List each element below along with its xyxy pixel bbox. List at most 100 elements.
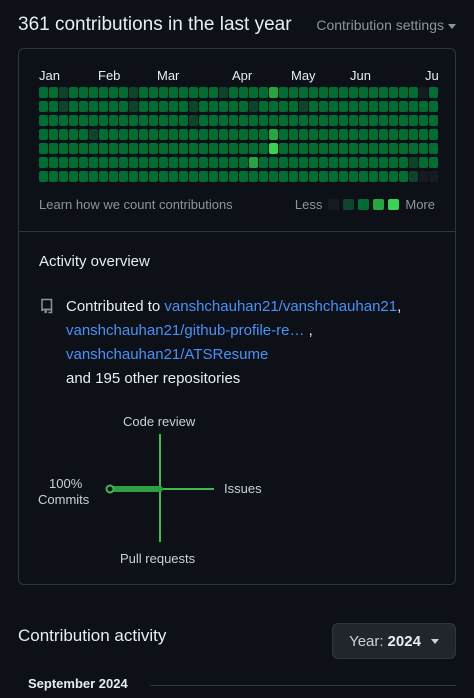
contribution-day-cell[interactable] [209,101,218,112]
contribution-day-cell[interactable] [369,129,378,140]
contribution-day-cell[interactable] [259,129,268,140]
contribution-day-cell[interactable] [229,157,238,168]
contribution-day-cell[interactable] [379,101,388,112]
contribution-day-cell[interactable] [309,171,318,182]
contribution-day-cell[interactable] [99,87,108,98]
contribution-day-cell[interactable] [89,87,98,98]
contribution-day-cell[interactable] [99,143,108,154]
contribution-day-cell[interactable] [319,129,328,140]
contribution-day-cell[interactable] [249,115,258,126]
contribution-day-cell[interactable] [319,101,328,112]
repo-link[interactable]: vanshchauhan21/ATSResume [66,346,268,363]
contribution-day-cell[interactable] [399,87,408,98]
contribution-day-cell[interactable] [239,171,248,182]
contribution-day-cell[interactable] [429,101,438,112]
contribution-day-cell[interactable] [339,87,348,98]
contribution-day-cell[interactable] [149,115,158,126]
contribution-day-cell[interactable] [119,143,128,154]
contribution-day-cell[interactable] [389,101,398,112]
contribution-day-cell[interactable] [399,129,408,140]
contribution-day-cell[interactable] [199,87,208,98]
contribution-day-cell[interactable] [349,115,358,126]
contribution-day-cell[interactable] [139,171,148,182]
contribution-day-cell[interactable] [169,87,178,98]
contribution-day-cell[interactable] [149,87,158,98]
contribution-day-cell[interactable] [189,87,198,98]
contribution-day-cell[interactable] [269,87,278,98]
contribution-day-cell[interactable] [269,115,278,126]
contribution-day-cell[interactable] [419,115,428,126]
contribution-day-cell[interactable] [119,87,128,98]
contribution-day-cell[interactable] [49,171,58,182]
contribution-day-cell[interactable] [149,101,158,112]
contribution-day-cell[interactable] [69,129,78,140]
contribution-day-cell[interactable] [79,171,88,182]
contribution-day-cell[interactable] [409,101,418,112]
contribution-day-cell[interactable] [69,101,78,112]
contribution-day-cell[interactable] [319,171,328,182]
contribution-day-cell[interactable] [79,87,88,98]
contribution-day-cell[interactable] [109,171,118,182]
contribution-day-cell[interactable] [69,115,78,126]
contribution-day-cell[interactable] [199,171,208,182]
contribution-day-cell[interactable] [409,87,418,98]
contribution-day-cell[interactable] [289,143,298,154]
contribution-day-cell[interactable] [219,129,228,140]
contribution-day-cell[interactable] [39,115,48,126]
contribution-day-cell[interactable] [149,129,158,140]
contribution-day-cell[interactable] [199,143,208,154]
contribution-day-cell[interactable] [309,143,318,154]
contribution-day-cell[interactable] [389,115,398,126]
contribution-day-cell[interactable] [369,87,378,98]
contribution-day-cell[interactable] [429,129,438,140]
contribution-day-cell[interactable] [59,143,68,154]
contribution-day-cell[interactable] [129,115,138,126]
contribution-day-cell[interactable] [329,157,338,168]
contribution-day-cell[interactable] [109,115,118,126]
contribution-day-cell[interactable] [299,157,308,168]
contribution-day-cell[interactable] [329,143,338,154]
contribution-day-cell[interactable] [159,129,168,140]
contribution-day-cell[interactable] [279,171,288,182]
contribution-day-cell[interactable] [89,129,98,140]
contribution-day-cell[interactable] [119,101,128,112]
year-select-button[interactable]: Year: 2024 [332,623,456,659]
contribution-day-cell[interactable] [279,115,288,126]
contribution-day-cell[interactable] [239,129,248,140]
contribution-day-cell[interactable] [79,129,88,140]
contribution-day-cell[interactable] [399,171,408,182]
contribution-day-cell[interactable] [229,87,238,98]
contribution-day-cell[interactable] [49,87,58,98]
contribution-day-cell[interactable] [279,87,288,98]
contribution-day-cell[interactable] [369,171,378,182]
contribution-day-cell[interactable] [229,143,238,154]
contribution-day-cell[interactable] [309,101,318,112]
contribution-day-cell[interactable] [49,129,58,140]
contribution-day-cell[interactable] [139,157,148,168]
contribution-day-cell[interactable] [349,101,358,112]
contribution-day-cell[interactable] [309,157,318,168]
contribution-day-cell[interactable] [299,115,308,126]
contribution-day-cell[interactable] [199,157,208,168]
contribution-day-cell[interactable] [389,157,398,168]
contribution-day-cell[interactable] [369,143,378,154]
contribution-day-cell[interactable] [99,101,108,112]
contribution-day-cell[interactable] [269,143,278,154]
contribution-day-cell[interactable] [69,171,78,182]
contribution-day-cell[interactable] [149,171,158,182]
repo-link[interactable]: vanshchauhan21/github-profile-re… [66,322,304,339]
contribution-day-cell[interactable] [289,115,298,126]
contribution-day-cell[interactable] [369,115,378,126]
contribution-day-cell[interactable] [259,101,268,112]
contribution-day-cell[interactable] [379,157,388,168]
contribution-day-cell[interactable] [399,101,408,112]
contribution-day-cell[interactable] [409,171,418,182]
contribution-day-cell[interactable] [219,101,228,112]
contribution-day-cell[interactable] [259,171,268,182]
contribution-day-cell[interactable] [429,171,438,182]
contribution-day-cell[interactable] [189,115,198,126]
contribution-day-cell[interactable] [219,115,228,126]
contribution-day-cell[interactable] [289,87,298,98]
contribution-day-cell[interactable] [199,101,208,112]
contribution-day-cell[interactable] [259,115,268,126]
